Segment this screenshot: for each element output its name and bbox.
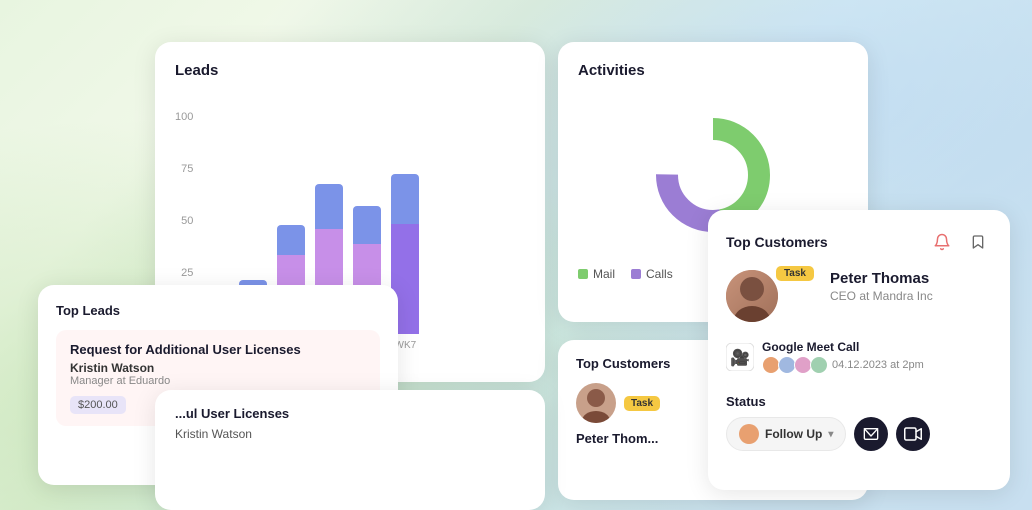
customer-role: CEO at Mandra Inc xyxy=(830,289,992,303)
avatar-large xyxy=(726,270,778,322)
google-meet-svg: 🎥 xyxy=(726,343,754,371)
meet-date: 04.12.2023 at 2pm xyxy=(832,359,924,371)
svg-text:🎥: 🎥 xyxy=(730,348,750,367)
top-customers-front-title: Top Customers xyxy=(726,234,828,250)
customer-name: Peter Thomas xyxy=(830,270,992,287)
y-label-25: 25 xyxy=(181,267,193,279)
google-meet-icon: 🎥 xyxy=(726,343,754,371)
task-badge: Task xyxy=(776,266,814,281)
meet-details-row: 04.12.2023 at 2pm xyxy=(762,356,992,374)
avatar-silhouette xyxy=(576,383,616,423)
task-badge-mini: Task xyxy=(624,396,660,411)
follow-up-avatar xyxy=(739,424,759,444)
bookmark-icon xyxy=(970,233,986,251)
bar-top-3 xyxy=(277,225,305,255)
lead-item-company: Manager at Eduardo xyxy=(70,375,366,387)
y-label-50: 50 xyxy=(181,215,193,227)
lead-item-title: Request for Additional User Licenses xyxy=(70,342,366,357)
bell-icon xyxy=(933,233,951,251)
icon-row xyxy=(928,228,992,256)
customer-info: Peter Thomas CEO at Mandra Inc xyxy=(830,270,992,303)
leads-bottom-card: ...ul User Licenses Kristin Watson xyxy=(155,390,545,510)
legend-dot-mail xyxy=(578,269,588,279)
legend-calls: Calls xyxy=(631,267,673,281)
customer-main-row: Task Peter Thomas CEO at Mandra Inc xyxy=(726,270,992,322)
avatar-image xyxy=(726,270,778,322)
legend-mail: Mail xyxy=(578,267,615,281)
status-section: Status Follow Up ▾ xyxy=(726,394,992,451)
status-row: Follow Up ▾ xyxy=(726,417,992,451)
bell-icon-btn[interactable] xyxy=(928,228,956,256)
video-action-button[interactable] xyxy=(896,417,930,451)
bar-top-5 xyxy=(353,206,381,244)
activities-card-title: Activities xyxy=(578,62,848,79)
legend-label-calls: Calls xyxy=(646,267,673,281)
leads-bottom-name: Kristin Watson xyxy=(175,427,525,441)
chevron-down-icon: ▾ xyxy=(828,429,833,440)
y-label-75: 75 xyxy=(181,163,193,175)
top-leads-title: Top Leads xyxy=(56,303,380,318)
meet-row: 🎥 Google Meet Call 04.12.2023 at 2pm xyxy=(726,334,992,380)
top-customers-front-card: Top Customers xyxy=(708,210,1010,490)
leads-card-title: Leads xyxy=(175,62,525,79)
bar-top-6 xyxy=(391,174,419,224)
leads-bottom-title: ...ul User Licenses xyxy=(175,406,525,421)
meet-title: Google Meet Call xyxy=(762,340,992,354)
lead-amount-badge: $200.00 xyxy=(70,396,126,414)
status-label: Status xyxy=(726,394,992,409)
y-label-100: 100 xyxy=(175,111,193,123)
bar-top-4 xyxy=(315,184,343,229)
avatar-wrapper: Task xyxy=(726,270,778,322)
avatar-svg xyxy=(726,270,778,322)
follow-up-label: Follow Up xyxy=(765,427,822,441)
video-icon xyxy=(904,427,922,441)
lead-item-name: Kristin Watson xyxy=(70,361,366,375)
legend-label-mail: Mail xyxy=(593,267,615,281)
avatar-mini xyxy=(576,383,616,423)
legend-dot-calls xyxy=(631,269,641,279)
bookmark-icon-btn[interactable] xyxy=(964,228,992,256)
meet-info: Google Meet Call 04.12.2023 at 2pm xyxy=(762,340,992,374)
email-action-button[interactable] xyxy=(854,417,888,451)
follow-up-button[interactable]: Follow Up ▾ xyxy=(726,417,846,451)
email-icon xyxy=(863,427,879,441)
card-header-row: Top Customers xyxy=(726,228,992,256)
meet-avatars xyxy=(762,356,828,374)
meet-avatar-4 xyxy=(810,356,828,374)
